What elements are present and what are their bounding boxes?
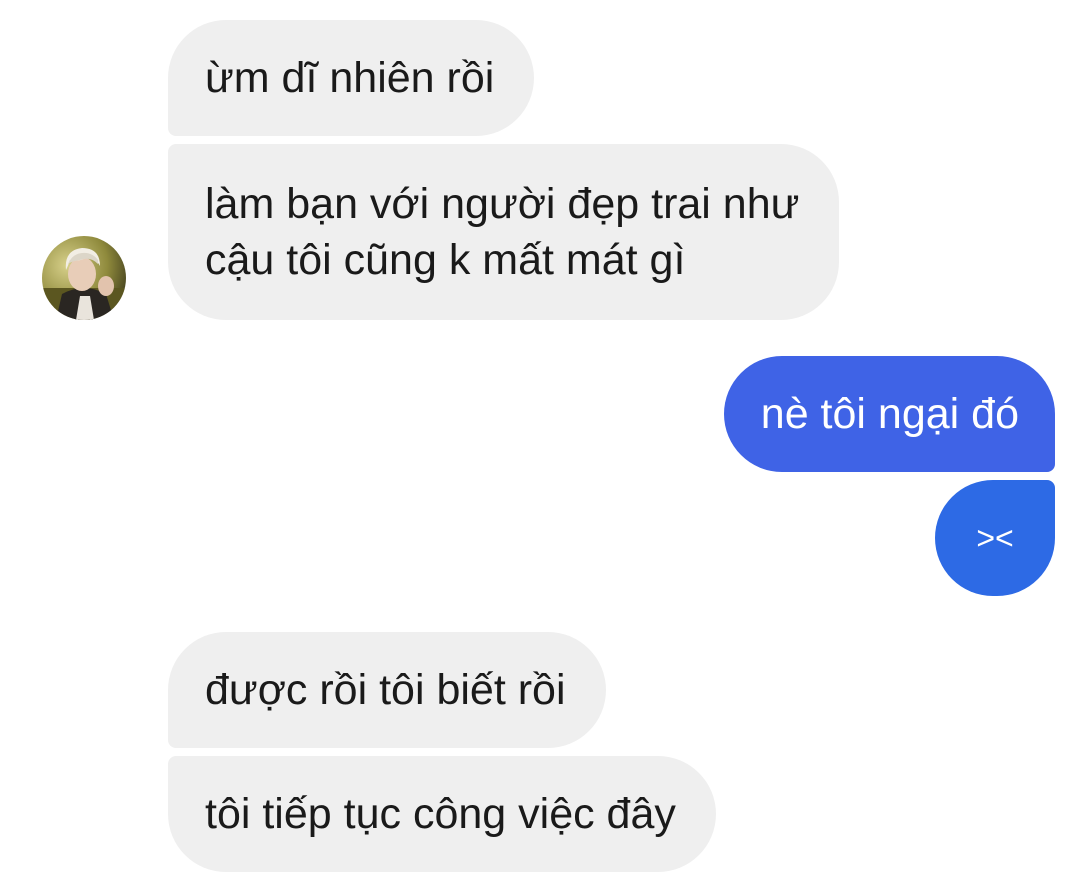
message-text: nè tôi ngại đó <box>760 390 1019 438</box>
incoming-message-bubble[interactable]: làm bạn với người đẹp trai như cậu tôi c… <box>168 144 840 320</box>
message-text: >< <box>976 520 1014 556</box>
contact-avatar[interactable] <box>42 236 126 320</box>
message-text: cậu tôi cũng k mất mát gì <box>205 236 686 284</box>
outgoing-message-bubble[interactable]: nè tôi ngại đó <box>723 356 1055 472</box>
message-text: ừm dĩ nhiên rồi <box>205 54 495 102</box>
incoming-message-bubble[interactable]: tôi tiếp tục công việc đây <box>168 756 716 872</box>
message-text: tôi tiếp tục công việc đây <box>205 790 676 838</box>
outgoing-message-bubble[interactable]: >< <box>935 480 1055 596</box>
message-text: làm bạn với người đẹp trai như <box>205 180 800 228</box>
incoming-message-bubble[interactable]: được rồi tôi biết rồi <box>168 632 606 748</box>
incoming-message-bubble[interactable]: ừm dĩ nhiên rồi <box>168 20 535 136</box>
contact-avatar-photo-icon <box>42 236 126 320</box>
message-text: được rồi tôi biết rồi <box>205 666 566 714</box>
